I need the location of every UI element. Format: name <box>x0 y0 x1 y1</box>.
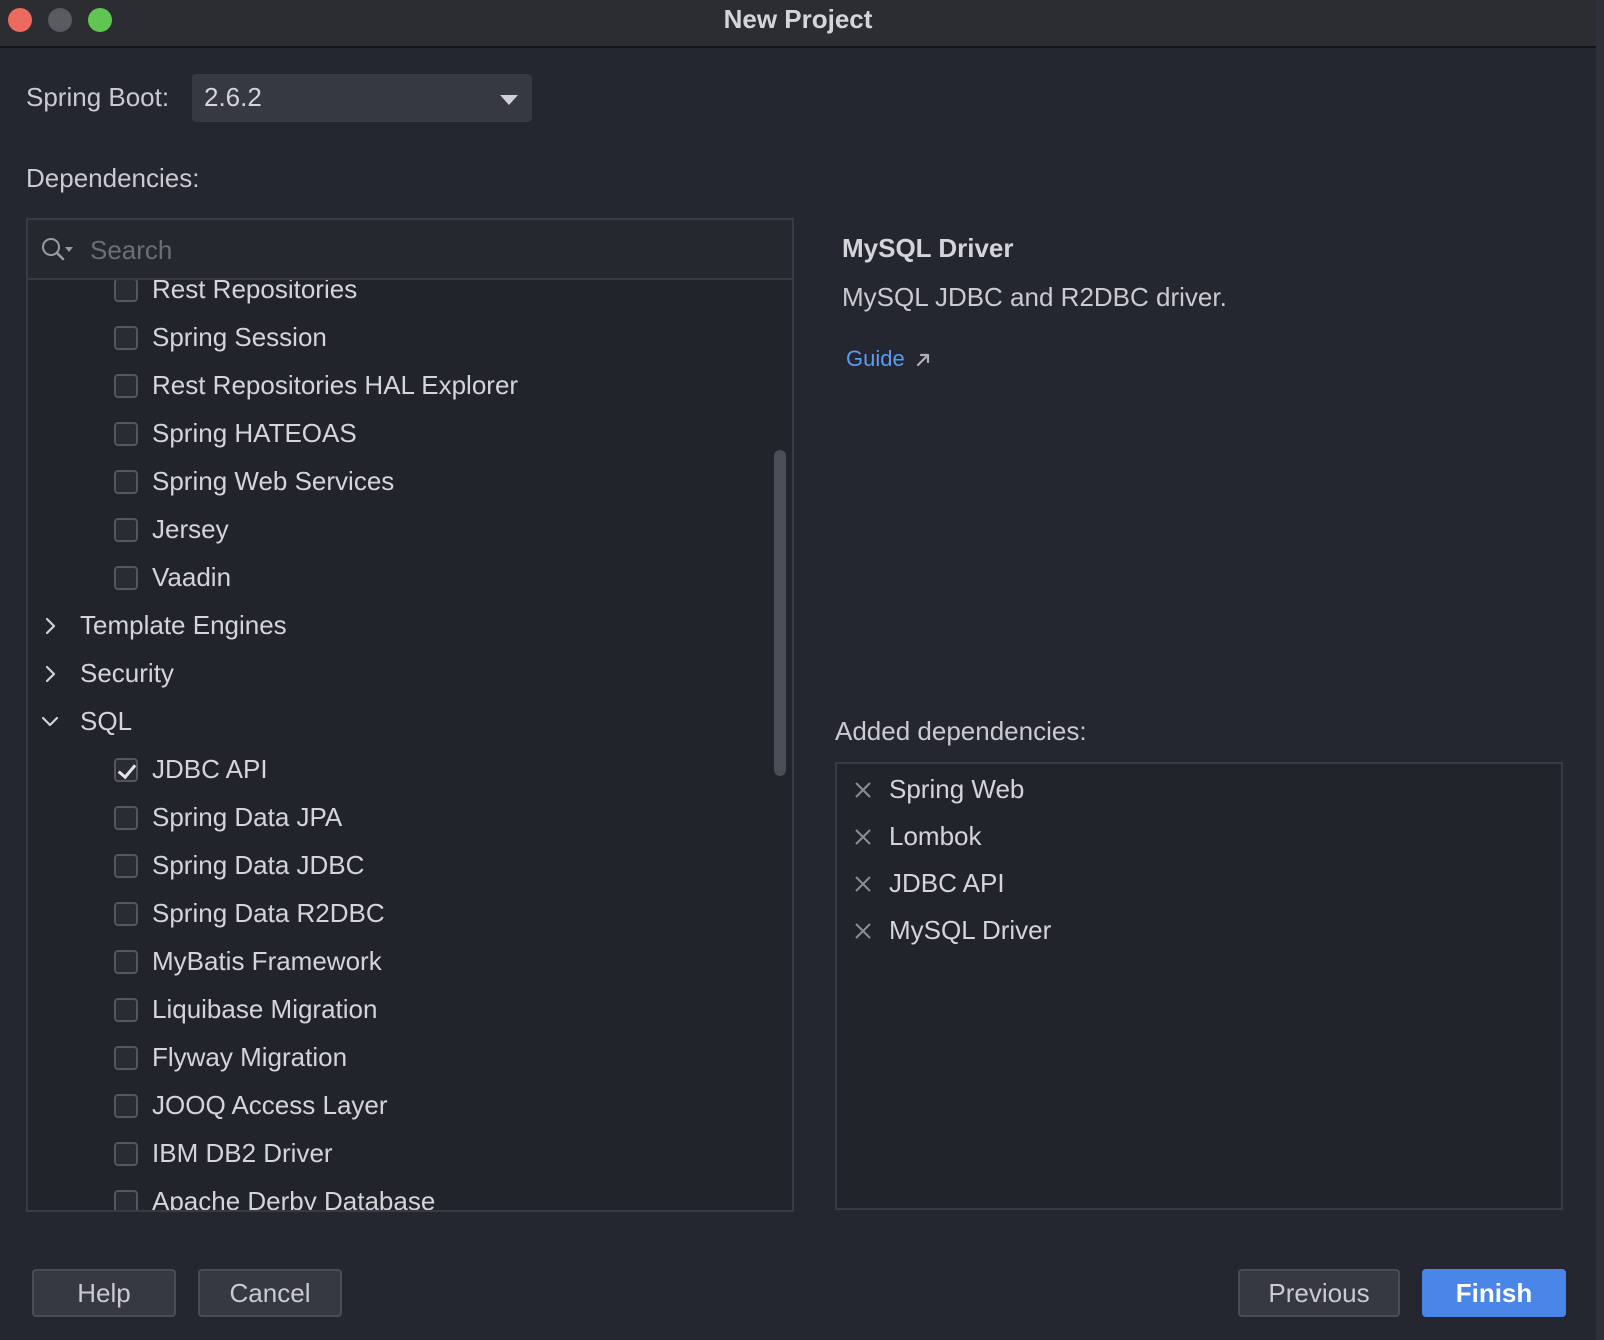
dependency-label: MyBatis Framework <box>152 946 382 976</box>
dependencies-panel: Rest Repositories Spring Session Rest Repo… <box>26 218 794 1212</box>
tree-category-label: Template Engines <box>80 610 287 640</box>
close-icon[interactable] <box>853 874 873 894</box>
chevron-down-icon[interactable] <box>40 712 60 732</box>
dependency-checkbox[interactable] <box>114 998 138 1022</box>
dependency-checkbox[interactable] <box>114 566 138 590</box>
dependency-row[interactable]: JOOQ Access Layer <box>28 1082 768 1130</box>
dependency-checkbox[interactable] <box>114 518 138 542</box>
dependency-label: Apache Derby Database <box>152 1186 436 1210</box>
dependency-checkbox[interactable] <box>114 1190 138 1210</box>
help-button[interactable]: Help <box>32 1269 176 1317</box>
dependency-row[interactable]: Spring Web Services <box>28 458 768 506</box>
dependency-label: Vaadin <box>152 562 232 592</box>
dependency-checkbox[interactable] <box>114 950 138 974</box>
dependency-row[interactable]: Liquibase Migration <box>28 986 768 1034</box>
dependency-label: Jersey <box>152 514 229 544</box>
dependency-checkbox[interactable] <box>114 470 138 494</box>
dependency-row[interactable]: Jersey <box>28 506 768 554</box>
dependency-label: Spring Data R2DBC <box>152 898 385 928</box>
dependency-checkbox[interactable] <box>114 374 138 398</box>
dependency-label: Rest Repositories HAL Explorer <box>152 370 519 400</box>
dependency-row[interactable]: Flyway Migration <box>28 1034 768 1082</box>
chevron-right-icon[interactable] <box>40 616 60 636</box>
window-edge <box>1596 0 1604 1340</box>
dependency-checkbox[interactable] <box>114 326 138 350</box>
new-project-window: New Project Spring Boot: 2.6.2 Dependenc… <box>0 0 1596 1340</box>
added-dependency-label: Spring Web <box>889 774 1025 804</box>
dependency-checkbox[interactable] <box>114 1046 138 1070</box>
tree-category-label: SQL <box>80 706 133 736</box>
chevron-right-icon[interactable] <box>40 664 60 684</box>
dropdown-arrow-icon <box>500 95 518 105</box>
tree-category-label: Security <box>80 658 174 688</box>
dependency-search-bar <box>28 220 792 280</box>
dependency-checkbox[interactable] <box>114 1142 138 1166</box>
dependency-row[interactable]: Spring Data JDBC <box>28 842 768 890</box>
dependency-checkbox[interactable] <box>114 280 138 302</box>
close-icon[interactable] <box>853 780 873 800</box>
window-title: New Project <box>723 4 873 34</box>
dependency-label: Flyway Migration <box>152 1042 348 1072</box>
external-link-icon <box>916 353 930 367</box>
added-dependencies-list: Spring Web Lombok JDBC API MySQL Driver <box>835 762 1563 1210</box>
dependency-label: Liquibase Migration <box>152 994 378 1024</box>
detail-description: MySQL JDBC and R2DBC driver. <box>842 282 1227 312</box>
added-dependencies-label: Added dependencies: <box>835 716 1087 746</box>
added-dependency-item: JDBC API <box>837 860 1557 908</box>
dependency-row[interactable]: Spring Data JPA <box>28 794 768 842</box>
dependency-row[interactable]: Spring HATEOAS <box>28 410 768 458</box>
spring-boot-label: Spring Boot: <box>26 82 170 112</box>
added-dependency-item: MySQL Driver <box>837 907 1557 955</box>
dependency-row[interactable]: IBM DB2 Driver <box>28 1130 768 1178</box>
spring-boot-version-value: 2.6.2 <box>204 82 262 112</box>
dependency-label: JDBC API <box>152 754 268 784</box>
title-bar: New Project <box>0 0 1596 48</box>
dependency-checkbox[interactable] <box>114 1094 138 1118</box>
added-dependency-item: Lombok <box>837 813 1557 861</box>
dependency-label: Spring HATEOAS <box>152 418 357 448</box>
dependency-row[interactable]: MyBatis Framework <box>28 938 768 986</box>
tree-category-security[interactable]: Security <box>28 650 768 698</box>
added-dependency-label: JDBC API <box>889 868 1005 898</box>
dependency-label: IBM DB2 Driver <box>152 1138 333 1168</box>
dependency-row[interactable]: Spring Data R2DBC <box>28 890 768 938</box>
dependency-checkbox[interactable] <box>114 806 138 830</box>
dependency-label: JOOQ Access Layer <box>152 1090 388 1120</box>
detail-title: MySQL Driver <box>842 233 1014 263</box>
guide-link[interactable]: Guide <box>846 346 905 372</box>
close-icon[interactable] <box>853 921 873 941</box>
dependency-checkbox[interactable] <box>114 422 138 446</box>
dependency-label: Rest Repositories <box>152 280 358 304</box>
dependency-row[interactable]: JDBC API <box>28 746 768 794</box>
dependency-row[interactable]: Rest Repositories <box>28 280 768 314</box>
dependency-label: Spring Web Services <box>152 466 395 496</box>
dependency-checkbox[interactable] <box>114 854 138 878</box>
dependencies-label: Dependencies: <box>26 163 200 193</box>
previous-button[interactable]: Previous <box>1238 1269 1400 1317</box>
dependency-label: Spring Data JPA <box>152 802 343 832</box>
cancel-button[interactable]: Cancel <box>198 1269 342 1317</box>
dependency-label: Spring Session <box>152 322 327 352</box>
dependency-row[interactable]: Spring Session <box>28 314 768 362</box>
tree-category-template-engines[interactable]: Template Engines <box>28 602 768 650</box>
dependency-checkbox[interactable] <box>114 902 138 926</box>
dependency-row[interactable]: Rest Repositories HAL Explorer <box>28 362 768 410</box>
spring-boot-version-select[interactable]: 2.6.2 <box>192 74 532 122</box>
added-dependency-label: MySQL Driver <box>889 915 1052 945</box>
finish-button[interactable]: Finish <box>1422 1269 1566 1317</box>
added-dependency-item: Spring Web <box>837 766 1557 814</box>
added-dependency-label: Lombok <box>889 821 982 851</box>
scrollbar-thumb[interactable] <box>774 450 786 776</box>
dependency-tree: Rest Repositories Spring Session Rest Repo… <box>28 280 768 1210</box>
dependency-checkbox[interactable] <box>114 758 138 782</box>
tree-category-sql[interactable]: SQL <box>28 698 768 746</box>
dependency-label: Spring Data JDBC <box>152 850 365 880</box>
close-icon[interactable] <box>853 827 873 847</box>
dependency-row[interactable]: Apache Derby Database <box>28 1178 768 1210</box>
search-icon[interactable] <box>40 236 74 264</box>
dependency-row[interactable]: Vaadin <box>28 554 768 602</box>
search-input[interactable] <box>88 230 772 270</box>
